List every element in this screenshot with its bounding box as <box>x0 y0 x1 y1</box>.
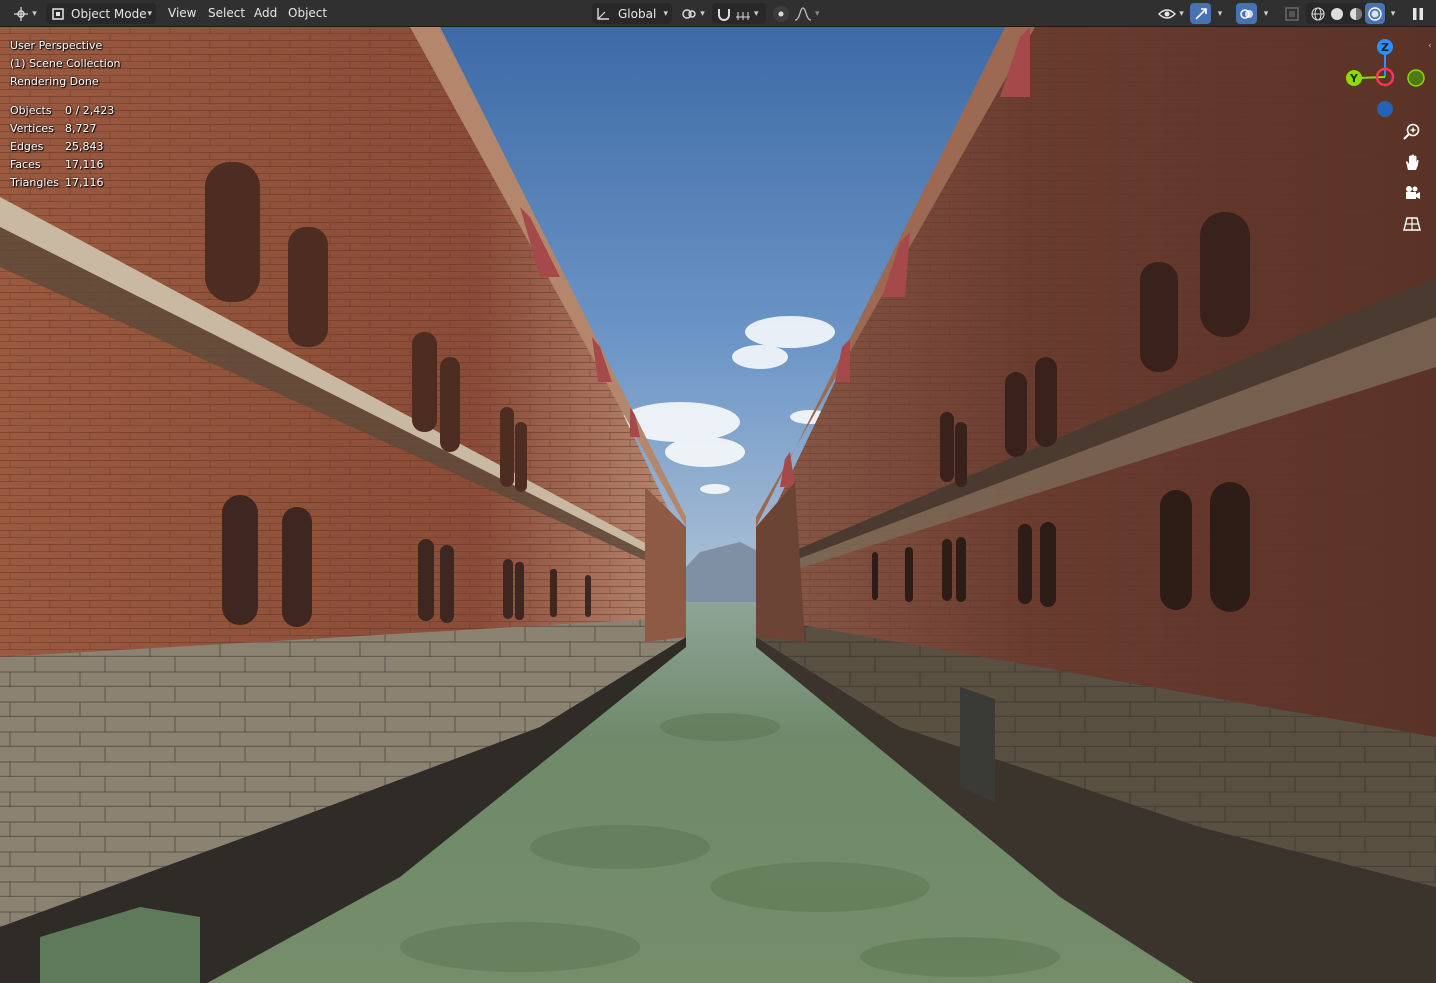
snap-button[interactable]: ▾ <box>712 3 766 24</box>
stat-value: 8,727 <box>65 122 97 135</box>
pivot-point-button[interactable]: ▾ <box>678 3 708 24</box>
viewport-text-overlay: User Perspective (1) Scene Collection Re… <box>10 37 121 192</box>
eye-icon <box>1158 7 1177 21</box>
xray-toggle[interactable] <box>1282 3 1302 24</box>
overlays-dropdown[interactable]: ▾ <box>1258 3 1274 24</box>
stat-value: 17,116 <box>65 176 104 189</box>
gizmo-neg-y[interactable] <box>1407 69 1425 87</box>
gizmo-y-label: Y <box>1349 72 1359 85</box>
editor-type-button[interactable]: ▾ <box>8 3 42 24</box>
viewport-header: ▾ Object Mode ▾ View Select Add Object G… <box>0 0 1436 27</box>
chevron-down-icon: ▾ <box>1390 8 1396 19</box>
3d-viewport[interactable]: User Perspective (1) Scene Collection Re… <box>0 27 1436 983</box>
stat-value: 25,843 <box>65 140 104 153</box>
view-perspective-label: User Perspective <box>10 39 103 52</box>
stats-objects: Objects 0 / 2,423 <box>10 102 121 120</box>
pause-icon <box>1412 7 1424 21</box>
object-mode-icon <box>51 7 65 21</box>
menu-add[interactable]: Add <box>252 5 279 22</box>
stat-label: Faces <box>10 158 41 171</box>
menu-object[interactable]: Object <box>286 5 329 22</box>
stats-vertices: Vertices 8,727 <box>10 120 121 138</box>
stat-label: Triangles <box>10 176 59 189</box>
material-preview-icon[interactable] <box>1346 7 1365 21</box>
stat-label: Edges <box>10 140 44 153</box>
overlays-toggle[interactable] <box>1236 3 1257 24</box>
rendered-icon[interactable] <box>1365 3 1385 24</box>
mode-dropdown[interactable]: Object Mode ▾ <box>46 3 156 24</box>
overlay-icon <box>1239 7 1254 21</box>
zoom-button[interactable] <box>1398 118 1426 146</box>
object-visibility-button[interactable]: ▾ <box>1154 3 1188 24</box>
zoom-icon <box>1403 123 1421 141</box>
menu-view[interactable]: View <box>166 5 198 22</box>
pan-button[interactable] <box>1398 148 1426 176</box>
gizmo-neg-z[interactable] <box>1377 101 1393 117</box>
stat-value: 0 / 2,423 <box>65 104 115 117</box>
snap-increment-icon <box>735 7 751 21</box>
chevron-down-icon: ▾ <box>147 8 152 19</box>
mode-label: Object Mode <box>71 6 147 21</box>
stat-label: Objects <box>10 104 52 117</box>
sidebar-toggle[interactable] <box>1408 3 1428 24</box>
transform-orientation-icon <box>596 7 610 21</box>
grid-icon <box>1403 215 1421 233</box>
ortho-toggle-button[interactable] <box>1398 210 1426 238</box>
camera-view-button[interactable] <box>1398 179 1426 207</box>
gizmos-dropdown[interactable]: ▾ <box>1212 3 1228 24</box>
chevron-down-icon: ▾ <box>1179 8 1184 19</box>
camera-icon <box>1403 184 1421 202</box>
blender-window: ▾ Object Mode ▾ View Select Add Object G… <box>0 0 1436 983</box>
navigation-gizmo[interactable]: Z Y <box>1336 33 1436 133</box>
snap-icon <box>716 7 732 21</box>
chevron-down-icon: ▾ <box>1263 8 1269 19</box>
render-status-label: Rendering Done <box>10 75 99 88</box>
chevron-down-icon: ▾ <box>754 8 759 19</box>
view3d-icon <box>13 6 29 21</box>
stats-edges: Edges 25,843 <box>10 138 121 156</box>
chevron-down-icon: ▾ <box>32 8 37 19</box>
gizmos-toggle[interactable] <box>1190 3 1211 24</box>
chevron-down-icon: ▾ <box>1217 8 1223 19</box>
stat-label: Vertices <box>10 122 54 135</box>
sidebar-expand-arrow[interactable]: ‹ <box>1428 41 1434 53</box>
shading-mode-group <box>1306 3 1386 24</box>
gizmo-z-label: Z <box>1381 41 1389 54</box>
rendered-scene <box>0 27 1436 983</box>
chevron-down-icon: ▾ <box>663 8 668 19</box>
transform-orientation-dropdown[interactable]: Global ▾ <box>592 3 672 24</box>
xray-icon <box>1285 6 1299 21</box>
stats-faces: Faces 17,116 <box>10 156 121 174</box>
solid-icon[interactable] <box>1327 7 1346 21</box>
gizmo-icon <box>1194 7 1208 21</box>
chevron-down-icon: ▾ <box>815 8 820 19</box>
stats-triangles: Triangles 17,116 <box>10 174 121 192</box>
pivot-point-icon <box>681 7 697 21</box>
hand-icon <box>1403 153 1421 171</box>
proportional-editing-icon <box>772 5 790 23</box>
chevron-down-icon: ▾ <box>700 8 705 19</box>
orientation-label: Global <box>618 6 657 21</box>
shading-dropdown[interactable]: ▾ <box>1386 3 1400 24</box>
collection-label: (1) Scene Collection <box>10 57 121 70</box>
stat-value: 17,116 <box>65 158 104 171</box>
menu-select[interactable]: Select <box>206 5 247 22</box>
proportional-editing-button[interactable]: ▾ <box>770 3 822 24</box>
wireframe-icon[interactable] <box>1308 6 1327 21</box>
falloff-icon <box>794 6 812 21</box>
